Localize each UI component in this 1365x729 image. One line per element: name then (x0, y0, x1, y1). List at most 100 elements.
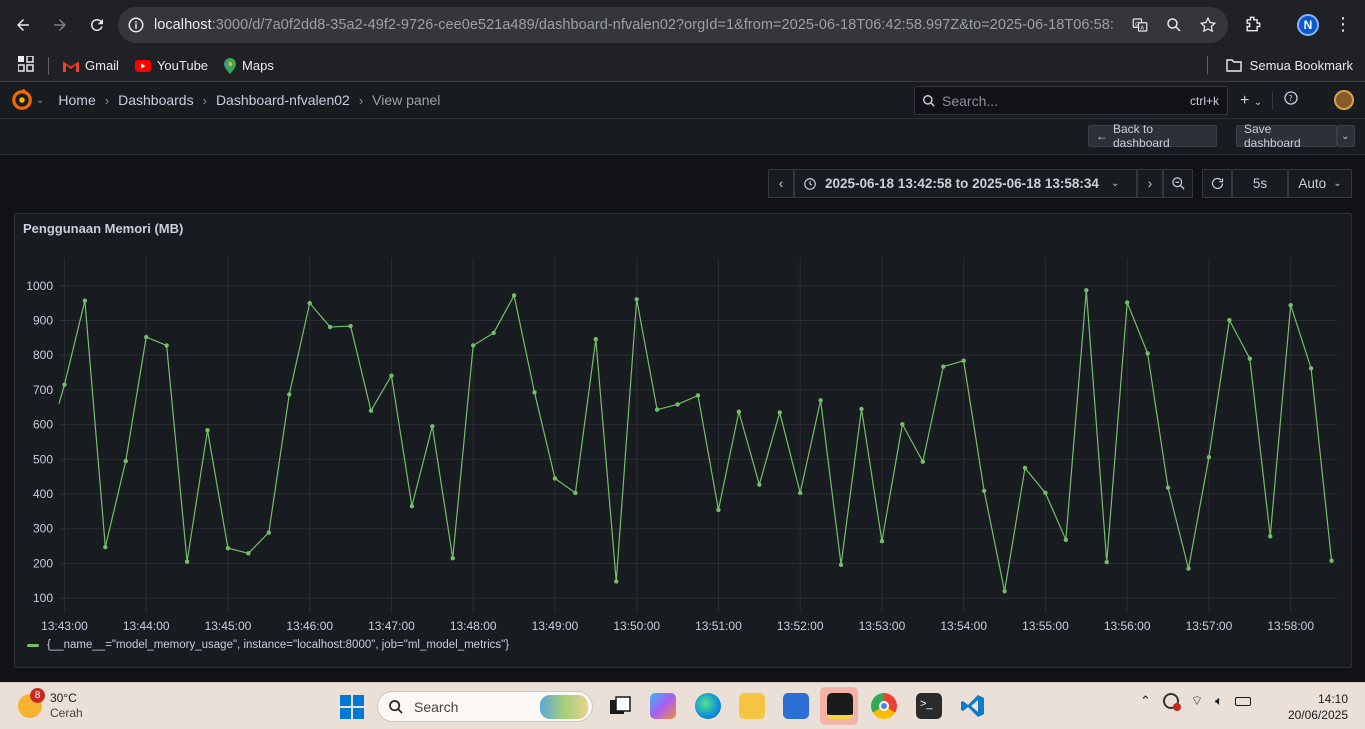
refresh-picker: 5s Auto ⌄ (1202, 169, 1352, 198)
save-options-dropdown[interactable]: ⌄ (1337, 125, 1355, 147)
dashboard-toolbar: ← Back to dashboard Save dashboard ⌄ (0, 119, 1365, 155)
x-tick-label: 13:47:00 (368, 619, 415, 633)
data-point (225, 545, 231, 551)
refresh-button[interactable] (1202, 169, 1232, 198)
grafana-search-input[interactable]: Search... ctrl+k (914, 86, 1228, 115)
data-point (511, 293, 517, 298)
data-point (695, 393, 701, 398)
legend-label: {__name__="model_memory_usage", instance… (47, 639, 510, 651)
file-explorer-icon[interactable] (739, 693, 765, 719)
data-point (327, 324, 333, 330)
data-point (287, 392, 292, 397)
bookmark-youtube[interactable]: YouTube (134, 58, 208, 73)
weather-sun-icon: 8 (18, 688, 45, 718)
all-bookmarks[interactable]: Semua Bookmark (1206, 56, 1353, 74)
refresh-icon (1211, 177, 1223, 190)
url-text[interactable]: localhost:3000/d/7a0f2dd8-35a2-49f2-9726… (154, 17, 1114, 33)
address-bar[interactable]: localhost:3000/d/7a0f2dd8-35a2-49f2-9726… (118, 7, 1228, 43)
taskbar-clock[interactable]: 14:10 20/06/2025 (1288, 691, 1348, 723)
data-point (1022, 465, 1028, 471)
y-tick-label: 300 (33, 522, 53, 536)
chevron-down-icon: ⌄ (1341, 130, 1350, 142)
y-tick-label: 200 (33, 556, 53, 570)
sticky-notes-icon[interactable] (827, 693, 853, 719)
save-dashboard-button[interactable]: Save dashboard (1236, 122, 1337, 150)
data-point (532, 390, 537, 395)
y-tick-label: 500 (33, 452, 53, 466)
vscode-icon[interactable] (960, 693, 986, 719)
breadcrumb-dashboards[interactable]: Dashboards (118, 92, 194, 108)
user-avatar[interactable] (1334, 90, 1354, 110)
site-info-icon[interactable] (118, 16, 154, 34)
help-icon[interactable]: ? (1283, 90, 1299, 111)
refresh-interval[interactable]: 5s (1232, 169, 1288, 198)
bookmark-maps[interactable]: Maps (224, 57, 274, 74)
bookmark-gmail[interactable]: Gmail (63, 58, 119, 73)
data-point (736, 409, 742, 414)
back-icon[interactable] (6, 8, 40, 42)
url-host: localhost (154, 17, 212, 33)
grafana-logo-icon[interactable]: ⌄ (11, 89, 44, 111)
weather-temp: 30°C (50, 691, 77, 705)
bookmark-star-icon[interactable] (1198, 15, 1218, 35)
data-point (1063, 537, 1069, 543)
battery-icon[interactable] (1234, 696, 1251, 706)
apps-icon[interactable] (17, 55, 34, 75)
refresh-mode-label: Auto (1298, 176, 1327, 191)
data-point (1084, 288, 1089, 293)
data-point (654, 407, 660, 412)
chrome-icon[interactable] (871, 693, 897, 719)
store-icon[interactable] (783, 693, 809, 719)
terminal-icon[interactable]: >_ (916, 693, 942, 719)
chart-legend[interactable]: {__name__="model_memory_usage", instance… (27, 639, 509, 651)
refresh-mode-dropdown[interactable]: Auto ⌄ (1288, 169, 1352, 198)
volume-icon[interactable]: 🔈︎ (1215, 693, 1223, 709)
data-point (450, 556, 455, 561)
extensions-icon[interactable] (1243, 14, 1263, 39)
start-icon[interactable] (340, 695, 364, 724)
data-point (1124, 300, 1130, 305)
back-to-dashboard-button[interactable]: ← Back to dashboard (1088, 122, 1217, 150)
data-point (1247, 356, 1253, 361)
data-point (164, 343, 169, 348)
data-point (838, 562, 844, 567)
taskbar-search-label: Search (414, 698, 459, 715)
wifi-icon[interactable]: ⌔ (1191, 693, 1203, 709)
zoom-icon[interactable] (1164, 15, 1184, 35)
edge-icon[interactable] (695, 693, 721, 719)
taskbar-search[interactable]: Search (377, 691, 593, 722)
back-to-dashboard-label: Back to dashboard (1113, 122, 1170, 150)
weather-widget[interactable]: 8 30°C Cerah (18, 688, 83, 721)
translate-icon[interactable]: GA (1130, 15, 1150, 35)
browser-menu-icon[interactable]: ⋮ (1334, 14, 1352, 34)
save-dashboard-label: Save dashboard (1244, 122, 1301, 150)
y-tick-label: 600 (33, 418, 53, 432)
time-back-button[interactable]: ‹ (768, 169, 794, 198)
memory-usage-chart[interactable]: 100 200 300 400 500 600 700 800 900 1000 13:43:00 1… (15, 214, 1353, 634)
data-point (307, 300, 312, 306)
copilot-icon[interactable] (650, 693, 676, 719)
bookmark-divider (48, 56, 49, 75)
breadcrumb-current: View panel (372, 92, 441, 108)
forward-icon[interactable] (43, 8, 77, 42)
y-tick-label: 100 (33, 591, 53, 605)
svg-text:?: ? (1289, 94, 1293, 103)
reload-icon[interactable] (80, 8, 114, 42)
breadcrumb-dashboard[interactable]: Dashboard-nfvalen02 (216, 92, 350, 108)
data-point (348, 323, 353, 329)
task-view-icon[interactable] (607, 693, 633, 719)
add-icon[interactable]: + ⌄ (1240, 92, 1262, 110)
data-point (1268, 534, 1273, 539)
time-range-picker[interactable]: 2025-06-18 13:42:58 to 2025-06-18 13:58:… (794, 169, 1137, 198)
time-forward-button[interactable]: › (1137, 169, 1163, 198)
chevron-up-icon[interactable]: ⌃ (1140, 693, 1151, 709)
breadcrumb-separator: › (358, 92, 364, 108)
data-point (900, 422, 905, 427)
zoom-out-button[interactable] (1163, 169, 1193, 198)
profile-avatar[interactable]: N (1297, 14, 1319, 36)
folder-icon (1225, 59, 1242, 72)
data-point (368, 408, 374, 413)
breadcrumb-home[interactable]: Home (58, 92, 95, 108)
network-alert-icon[interactable] (1162, 693, 1181, 711)
x-tick-label: 13:52:00 (777, 619, 824, 633)
